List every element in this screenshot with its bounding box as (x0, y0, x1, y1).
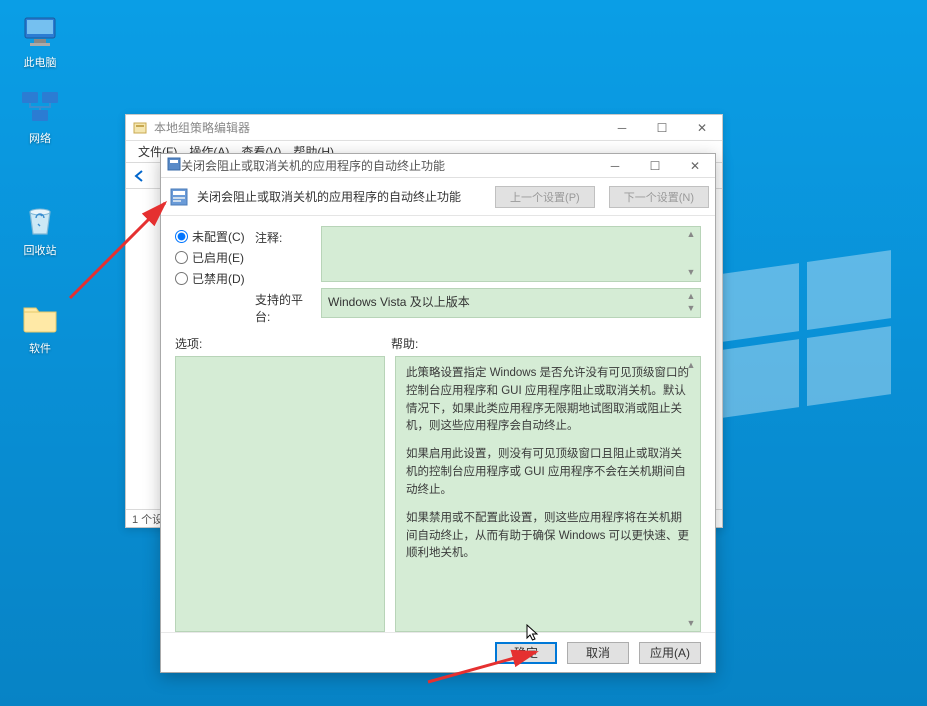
radio-not-configured-input[interactable] (175, 230, 188, 243)
radio-enabled-input[interactable] (175, 251, 188, 264)
scroll-down-icon[interactable]: ▼ (684, 267, 698, 279)
maximize-button[interactable]: ☐ (642, 115, 682, 141)
desktop-icon-software[interactable]: 软件 (10, 298, 70, 356)
policy-titlebar[interactable]: 关闭会阻止或取消关机的应用程序的自动终止功能 ─ ☐ ✕ (161, 154, 715, 178)
network-icon (20, 88, 60, 128)
dialog-close-button[interactable]: ✕ (675, 153, 715, 179)
desktop-icon-label: 软件 (10, 340, 70, 356)
comment-label: 注释: (255, 226, 313, 246)
desktop-icon-label: 回收站 (10, 242, 70, 258)
options-pane[interactable] (175, 356, 385, 632)
help-label: 帮助: (391, 335, 701, 352)
desktop-icon-label: 网络 (10, 130, 70, 146)
cancel-button[interactable]: 取消 (567, 642, 629, 664)
help-paragraph: 如果启用此设置，则没有可见顶级窗口且阻止或取消关机的控制台应用程序或 GUI 应… (406, 446, 690, 499)
recycle-bin-icon (20, 200, 60, 240)
desktop-icon-label: 此电脑 (10, 54, 70, 70)
policy-header-title: 关闭会阻止或取消关机的应用程序的自动终止功能 (197, 188, 487, 205)
gpedit-tree-panel[interactable] (126, 189, 161, 509)
platform-value: Windows Vista 及以上版本 (328, 295, 470, 309)
dialog-maximize-button[interactable]: ☐ (635, 153, 675, 179)
folder-icon (20, 298, 60, 338)
options-label: 选项: (175, 335, 391, 352)
gpedit-title: 本地组策略编辑器 (154, 119, 602, 136)
desktop-icon-network[interactable]: 网络 (10, 88, 70, 146)
help-paragraph: 此策略设置指定 Windows 是否允许没有可见顶级窗口的控制台应用程序和 GU… (406, 365, 690, 436)
minimize-button[interactable]: ─ (602, 115, 642, 141)
policy-header-icon (169, 187, 189, 207)
gpedit-titlebar[interactable]: 本地组策略编辑器 ─ ☐ ✕ (126, 115, 722, 141)
scroll-down-icon[interactable]: ▼ (684, 303, 698, 315)
policy-icon (167, 157, 181, 174)
next-setting-button[interactable]: 下一个设置(N) (609, 186, 709, 208)
platform-textbox: Windows Vista 及以上版本 ▲ ▼ (321, 288, 701, 318)
desktop-icon-recyclebin[interactable]: 回收站 (10, 200, 70, 258)
radio-disabled[interactable]: 已禁用(D) (175, 270, 255, 287)
policy-dialog: 关闭会阻止或取消关机的应用程序的自动终止功能 ─ ☐ ✕ 关闭会阻止或取消关机的… (160, 153, 716, 673)
scroll-up-icon[interactable]: ▲ (684, 291, 698, 303)
gpedit-app-icon (132, 120, 148, 136)
radio-disabled-input[interactable] (175, 272, 188, 285)
prev-setting-button[interactable]: 上一个设置(P) (495, 186, 595, 208)
scroll-down-icon[interactable]: ▼ (684, 617, 698, 629)
dialog-minimize-button[interactable]: ─ (595, 153, 635, 179)
close-button[interactable]: ✕ (682, 115, 722, 141)
policy-state-radiogroup: 未配置(C) 已启用(E) 已禁用(D) (175, 226, 255, 287)
help-pane[interactable]: 此策略设置指定 Windows 是否允许没有可见顶级窗口的控制台应用程序和 GU… (395, 356, 701, 632)
desktop-icon-thispc[interactable]: 此电脑 (10, 12, 70, 70)
windows-logo-watermark (707, 240, 907, 440)
dialog-button-row: 确定 取消 应用(A) (161, 632, 715, 672)
policy-title: 关闭会阻止或取消关机的应用程序的自动终止功能 (181, 157, 595, 174)
cursor-icon (526, 624, 540, 642)
help-paragraph: 如果禁用或不配置此设置，则这些应用程序将在关机期间自动终止，从而有助于确保 Wi… (406, 510, 690, 563)
ok-button[interactable]: 确定 (495, 642, 557, 664)
scroll-up-icon[interactable]: ▲ (684, 359, 698, 371)
nav-back-button[interactable] (130, 166, 150, 186)
monitor-icon (20, 12, 60, 52)
policy-header: 关闭会阻止或取消关机的应用程序的自动终止功能 上一个设置(P) 下一个设置(N) (161, 178, 715, 216)
radio-not-configured[interactable]: 未配置(C) (175, 228, 255, 245)
radio-enabled[interactable]: 已启用(E) (175, 249, 255, 266)
apply-button[interactable]: 应用(A) (639, 642, 701, 664)
comment-textbox[interactable]: ▲ ▼ (321, 226, 701, 282)
platform-label: 支持的平台: (255, 288, 313, 325)
scroll-up-icon[interactable]: ▲ (684, 229, 698, 241)
